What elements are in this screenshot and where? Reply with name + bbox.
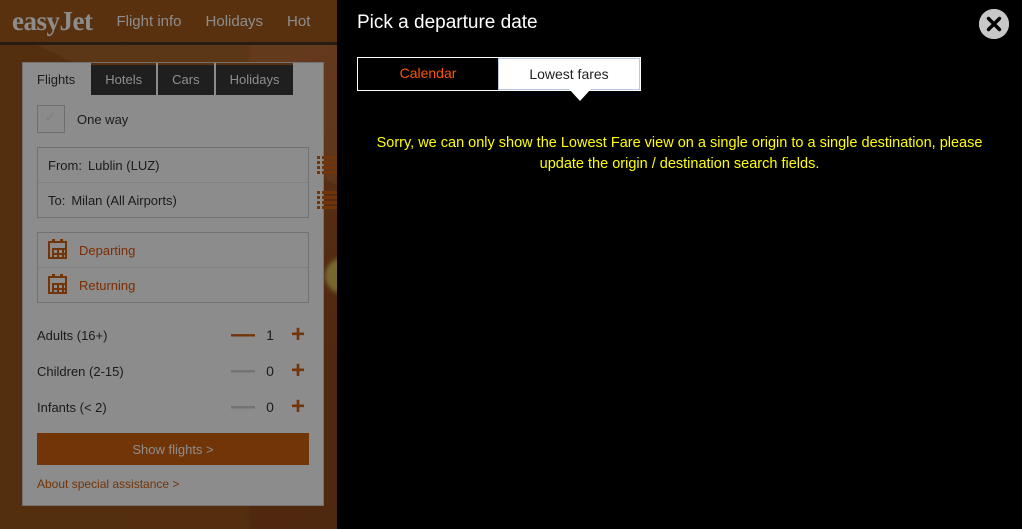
- active-tab-pointer: [569, 89, 591, 101]
- close-icon[interactable]: [979, 9, 1009, 39]
- tab-calendar[interactable]: Calendar: [358, 58, 498, 88]
- departure-date-modal: Pick a departure date Calendar Lowest fa…: [337, 0, 1022, 529]
- modal-view-tabs: Calendar Lowest fares: [357, 57, 641, 91]
- tab-lowest-fares[interactable]: Lowest fares: [498, 58, 640, 90]
- modal-title: Pick a departure date: [357, 12, 538, 33]
- lowest-fares-warning-message: Sorry, we can only show the Lowest Fare …: [376, 135, 983, 172]
